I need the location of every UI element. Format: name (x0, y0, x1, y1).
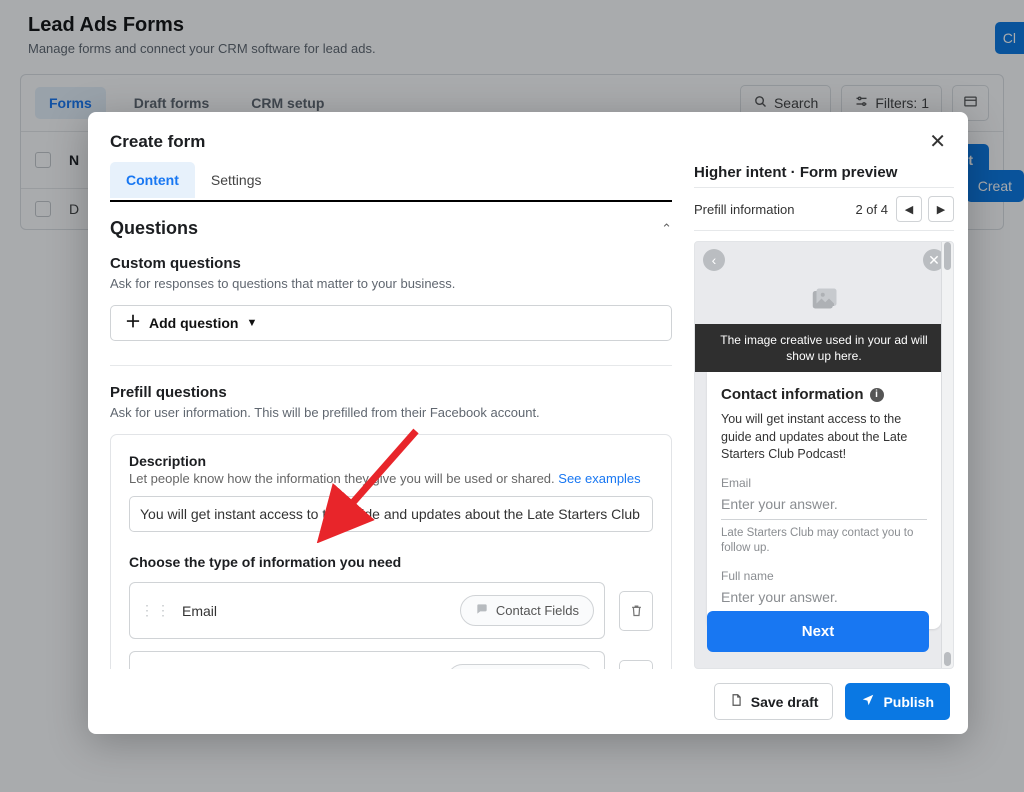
preview-frame: ‹ ✕ The image creative used in your ad w… (694, 241, 954, 669)
publish-button[interactable]: Publish (845, 683, 950, 720)
preview-card-heading: Contact information i (721, 386, 927, 403)
preview-fullname-label: Full name (721, 569, 927, 583)
preview-scrollbar[interactable] (941, 242, 953, 668)
modal-title: Create form (110, 132, 205, 152)
description-heading: Description (129, 453, 653, 469)
document-icon (729, 693, 743, 710)
field-source-chip[interactable]: User Information (447, 664, 594, 669)
plus-icon: ＋ (125, 315, 141, 331)
field-email[interactable]: ⋮⋮ Email Contact Fields (129, 582, 605, 639)
section-questions: Questions (110, 218, 198, 239)
see-examples-link[interactable]: See examples (558, 471, 640, 486)
drag-handle-icon[interactable]: ⋮⋮ (140, 602, 172, 619)
delete-field-button[interactable] (619, 591, 653, 631)
prefill-card: Description Let people know how the info… (110, 434, 672, 669)
save-draft-button[interactable]: Save draft (714, 683, 834, 720)
image-placeholder-icon (695, 278, 953, 324)
tab-settings[interactable]: Settings (195, 162, 278, 200)
tab-content[interactable]: Content (110, 162, 195, 200)
preview-step-count: 2 of 4 (855, 202, 888, 217)
description-input[interactable] (129, 496, 653, 532)
chevron-up-icon[interactable]: ⌃ (661, 221, 672, 237)
field-label: Email (182, 603, 217, 619)
close-icon[interactable]: ✕ (929, 132, 946, 152)
add-question-label: Add question (149, 315, 238, 331)
chat-icon (475, 602, 489, 619)
delete-field-button[interactable] (619, 660, 653, 670)
field-source-chip[interactable]: Contact Fields (460, 595, 594, 626)
preview-next-button[interactable]: ▶ (928, 196, 954, 222)
preview-email-label: Email (721, 476, 927, 490)
choose-info-heading: Choose the type of information you need (129, 554, 653, 570)
preview-prev-button[interactable]: ◀ (896, 196, 922, 222)
preview-next-cta[interactable]: Next (707, 611, 929, 652)
info-icon[interactable]: i (870, 388, 884, 402)
preview-step-name: Prefill information (694, 202, 794, 217)
preview-image-hint: The image creative used in your ad will … (695, 324, 953, 372)
preview-title: Higher intent · Form preview (694, 162, 954, 187)
publish-label: Publish (883, 694, 934, 710)
send-icon (861, 693, 875, 710)
add-question-button[interactable]: ＋ Add question ▼ (110, 305, 672, 341)
custom-questions-title: Custom questions (110, 255, 672, 272)
preview-lead-text: You will get instant access to the guide… (721, 411, 927, 464)
preview-email-input[interactable]: Enter your answer. (721, 490, 927, 520)
preview-email-hint: Late Starters Club may contact you to fo… (721, 526, 927, 557)
save-draft-label: Save draft (751, 694, 819, 710)
prefill-desc: Ask for user information. This will be p… (110, 405, 672, 420)
custom-questions-desc: Ask for responses to questions that matt… (110, 276, 672, 291)
field-full-name[interactable]: ⋮⋮ Full name User Information (129, 651, 605, 669)
caret-down-icon: ▼ (246, 317, 257, 329)
create-form-modal: Create form ✕ Content Settings Questions… (88, 112, 968, 734)
preview-fullname-input[interactable]: Enter your answer. (721, 583, 927, 613)
prefill-title: Prefill questions (110, 384, 672, 401)
preview-back-icon[interactable]: ‹ (703, 249, 725, 271)
description-subtext: Let people know how the information they… (129, 471, 653, 486)
